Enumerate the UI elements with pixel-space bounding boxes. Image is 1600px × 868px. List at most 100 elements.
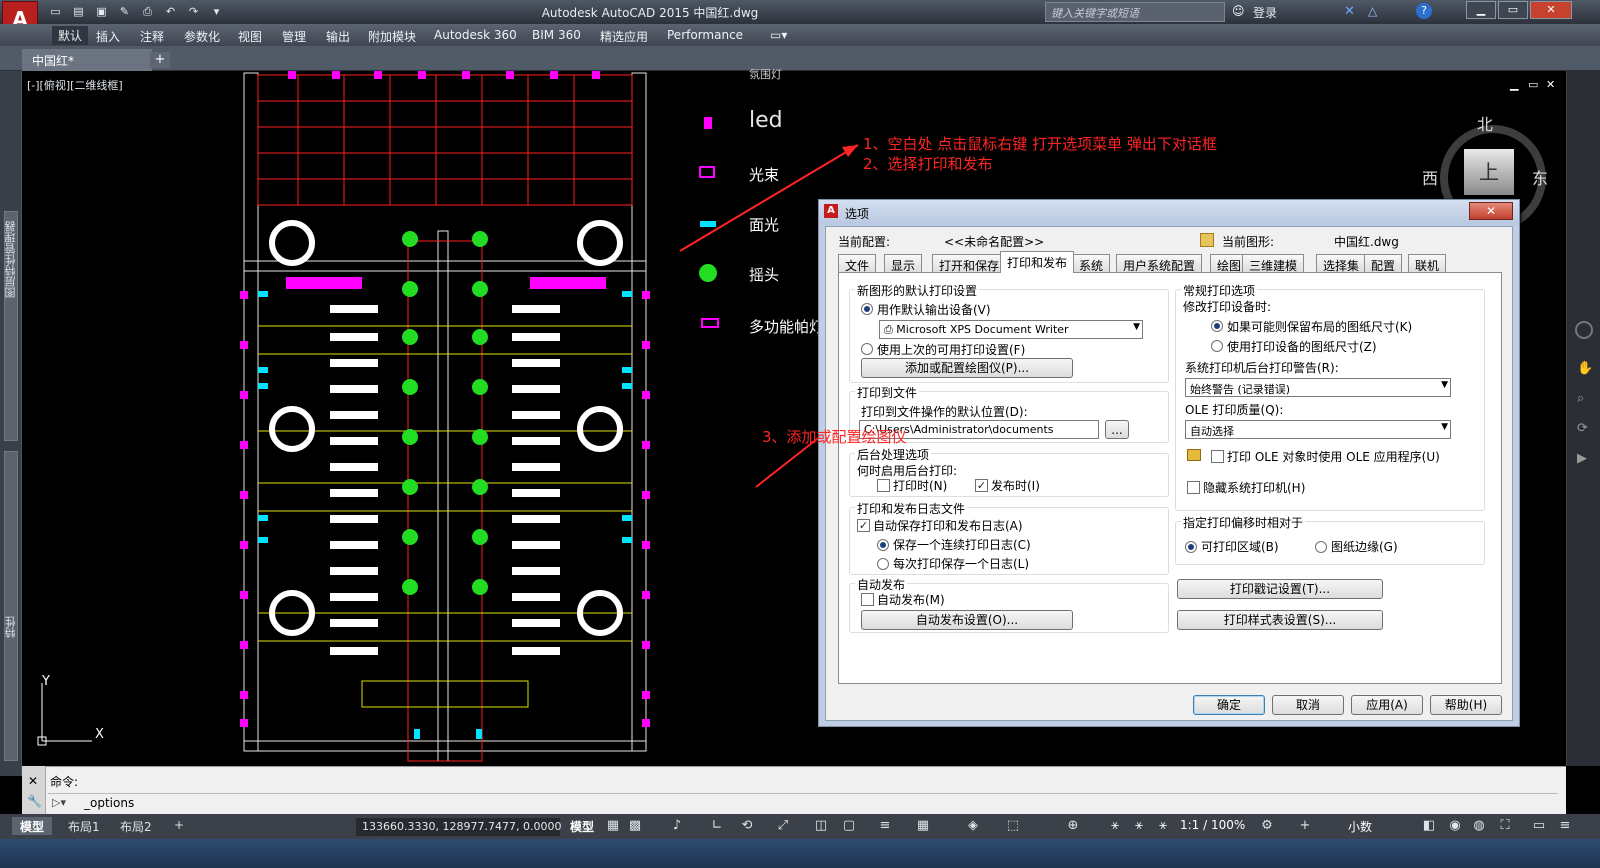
command-line[interactable]: 命令: ▷▾ _options [22, 766, 1566, 814]
tab-online[interactable]: 联机 [1408, 254, 1447, 273]
output-device-select[interactable]: ⎙ Microsoft XPS Document Writer ▼ [879, 320, 1143, 339]
browse-button[interactable]: ... [1105, 420, 1129, 439]
exchange-icon[interactable]: ✕ [1344, 4, 1355, 19]
wrench-icon[interactable]: 🔧 [27, 794, 42, 808]
ribbon-tab-parametric[interactable]: 参数化 [184, 28, 220, 45]
clean-screen-icon[interactable]: ⛶ [1496, 818, 1514, 833]
steering-wheel-icon[interactable] [1575, 321, 1593, 339]
ortho-icon[interactable]: ∟ [708, 818, 726, 833]
snap-icon[interactable]: ▩ [626, 818, 644, 833]
command-input[interactable]: _options [84, 796, 134, 810]
ribbon-tab-insert[interactable]: 插入 [96, 28, 120, 45]
isolate-icon[interactable]: ◍ [1470, 818, 1488, 833]
autoscale-icon[interactable]: ⚹ [1130, 818, 1148, 833]
help-icon[interactable]: ? [1416, 3, 1432, 19]
fullscreen-icon[interactable]: ▭ [1530, 818, 1548, 833]
a360-icon[interactable]: △ [1368, 4, 1377, 18]
auto-publish-settings-button[interactable]: 自动发布设置(O)... [861, 610, 1073, 630]
ole-quality-select[interactable]: 自动选择 ▼ [1185, 420, 1451, 439]
background-plotting-checkbox[interactable] [877, 479, 890, 492]
gear-icon[interactable]: ⚙ [1258, 818, 1276, 833]
open-icon[interactable]: ▤ [69, 3, 88, 21]
annotation-scale-icon[interactable]: ⚹ [1154, 818, 1172, 833]
new-icon[interactable]: ▭ [46, 3, 65, 21]
viewcube-east[interactable]: 东 [1532, 165, 1548, 189]
orbit-icon[interactable]: ⟳ [1577, 421, 1588, 436]
dropdown-icon[interactable]: ▾ [207, 3, 226, 21]
showmotion-icon[interactable]: ▶ [1577, 451, 1587, 466]
close-icon[interactable]: ✕ [28, 774, 38, 788]
customization-icon[interactable]: ≡ [1556, 818, 1574, 833]
tab-open-save[interactable]: 打开和保存 [932, 254, 1007, 273]
ribbon-tab-bim360[interactable]: BIM 360 [532, 28, 581, 42]
ok-button[interactable]: 确定 [1193, 695, 1265, 715]
otrack-icon[interactable]: ▢ [840, 818, 858, 833]
apply-button[interactable]: 应用(A) [1351, 695, 1423, 715]
model-space-button[interactable]: 模型 [562, 817, 602, 835]
background-publishing-checkbox[interactable]: ✓ [975, 479, 988, 492]
plot-stamp-settings-button[interactable]: 打印戳记设置(T)... [1177, 579, 1383, 599]
polar-icon[interactable]: ⟲ [738, 818, 756, 833]
document-tab[interactable]: 中国红* [22, 49, 152, 71]
per-plot-log-radio[interactable] [877, 558, 889, 570]
lineweight-icon[interactable]: ≡ [876, 818, 894, 833]
auto-save-log-checkbox[interactable]: ✓ [857, 519, 870, 532]
use-last-setting-radio[interactable] [861, 343, 873, 355]
tab-plot-publish[interactable]: 打印和发布 [1000, 251, 1075, 273]
plus-icon[interactable]: + [1296, 818, 1314, 833]
search-input[interactable]: 键入关键字或短语 [1045, 2, 1225, 22]
osnap-icon[interactable]: ◫ [812, 818, 830, 833]
grid-icon[interactable]: ▦ [604, 818, 622, 833]
infer-icon[interactable]: ♪ [668, 818, 686, 833]
annotation-scale-select[interactable]: 1:1 / 100% [1172, 817, 1253, 835]
tab-3d-modeling[interactable]: 三维建模 [1242, 254, 1305, 273]
plot-style-table-settings-button[interactable]: 打印样式表设置(S)... [1177, 610, 1383, 630]
coordinates-display[interactable]: 133660.3330, 128977.7477, 0.0000 [356, 818, 561, 836]
close-button[interactable]: ✕ [1530, 1, 1572, 19]
help-button[interactable]: 帮助(H) [1430, 695, 1502, 715]
login-button[interactable]: 登录 [1253, 4, 1277, 21]
viewcube-north[interactable]: 北 [1477, 111, 1493, 135]
keep-paper-size-radio[interactable] [1211, 320, 1223, 332]
ribbon-tab-annotate[interactable]: 注释 [140, 28, 164, 45]
device-paper-size-radio[interactable] [1211, 340, 1223, 352]
spooler-alert-select[interactable]: 始终警告 (记录错误) ▼ [1185, 378, 1451, 397]
ribbon-tab-view[interactable]: 视图 [238, 28, 262, 45]
layout2-tab[interactable]: 布局2 [112, 817, 160, 835]
saveas-icon[interactable]: ✎ [115, 3, 134, 21]
3dosnap-icon[interactable]: ⬚ [1004, 818, 1022, 833]
viewport-close-button[interactable]: ✕ [1546, 78, 1555, 91]
model-tab[interactable]: 模型 [12, 817, 53, 835]
dynamic-ucs-icon[interactable]: ⊕ [1064, 818, 1082, 833]
isodraft-icon[interactable]: ⤢ [774, 818, 792, 833]
add-plotter-button[interactable]: 添加或配置绘图仪(P)... [861, 358, 1073, 378]
ribbon-tab-featured-apps[interactable]: 精选应用 [600, 28, 648, 45]
dialog-title-bar[interactable]: A 选项 ✕ [819, 200, 1519, 225]
tab-display[interactable]: 显示 [884, 254, 923, 273]
transparency-icon[interactable]: ▦ [914, 818, 932, 833]
properties-palette-tab[interactable] [4, 451, 18, 761]
printable-area-radio[interactable] [1185, 541, 1197, 553]
layout1-tab[interactable]: 布局1 [60, 817, 108, 835]
command-line-handle[interactable]: ✕ 🔧 [22, 766, 46, 814]
save-icon[interactable]: ▣ [92, 3, 111, 21]
tab-profiles[interactable]: 配置 [1364, 254, 1403, 273]
tab-selection[interactable]: 选择集 [1316, 254, 1367, 273]
annotation-visibility-icon[interactable]: ⚹ [1106, 818, 1124, 833]
ribbon-tab-performance[interactable]: Performance [667, 28, 743, 42]
tab-files[interactable]: 文件 [838, 254, 877, 273]
tab-user-preferences[interactable]: 用户系统配置 [1116, 254, 1203, 273]
undo-icon[interactable]: ↶ [161, 3, 180, 21]
auto-publish-checkbox[interactable] [861, 593, 874, 606]
lock-icon[interactable]: ◉ [1446, 818, 1464, 833]
cancel-button[interactable]: 取消 [1272, 695, 1344, 715]
tab-system[interactable]: 系统 [1072, 254, 1111, 273]
ole-app-checkbox[interactable] [1211, 450, 1224, 463]
print-icon[interactable]: ⎙ [138, 3, 157, 21]
continuous-log-radio[interactable] [877, 539, 889, 551]
quick-properties-icon[interactable]: ◧ [1420, 818, 1438, 833]
maximize-button[interactable]: ▭ [1498, 1, 1528, 19]
paper-edge-radio[interactable] [1315, 541, 1327, 553]
viewport-minimize-button[interactable]: ▁ [1510, 78, 1518, 91]
use-default-device-radio[interactable] [861, 303, 873, 315]
